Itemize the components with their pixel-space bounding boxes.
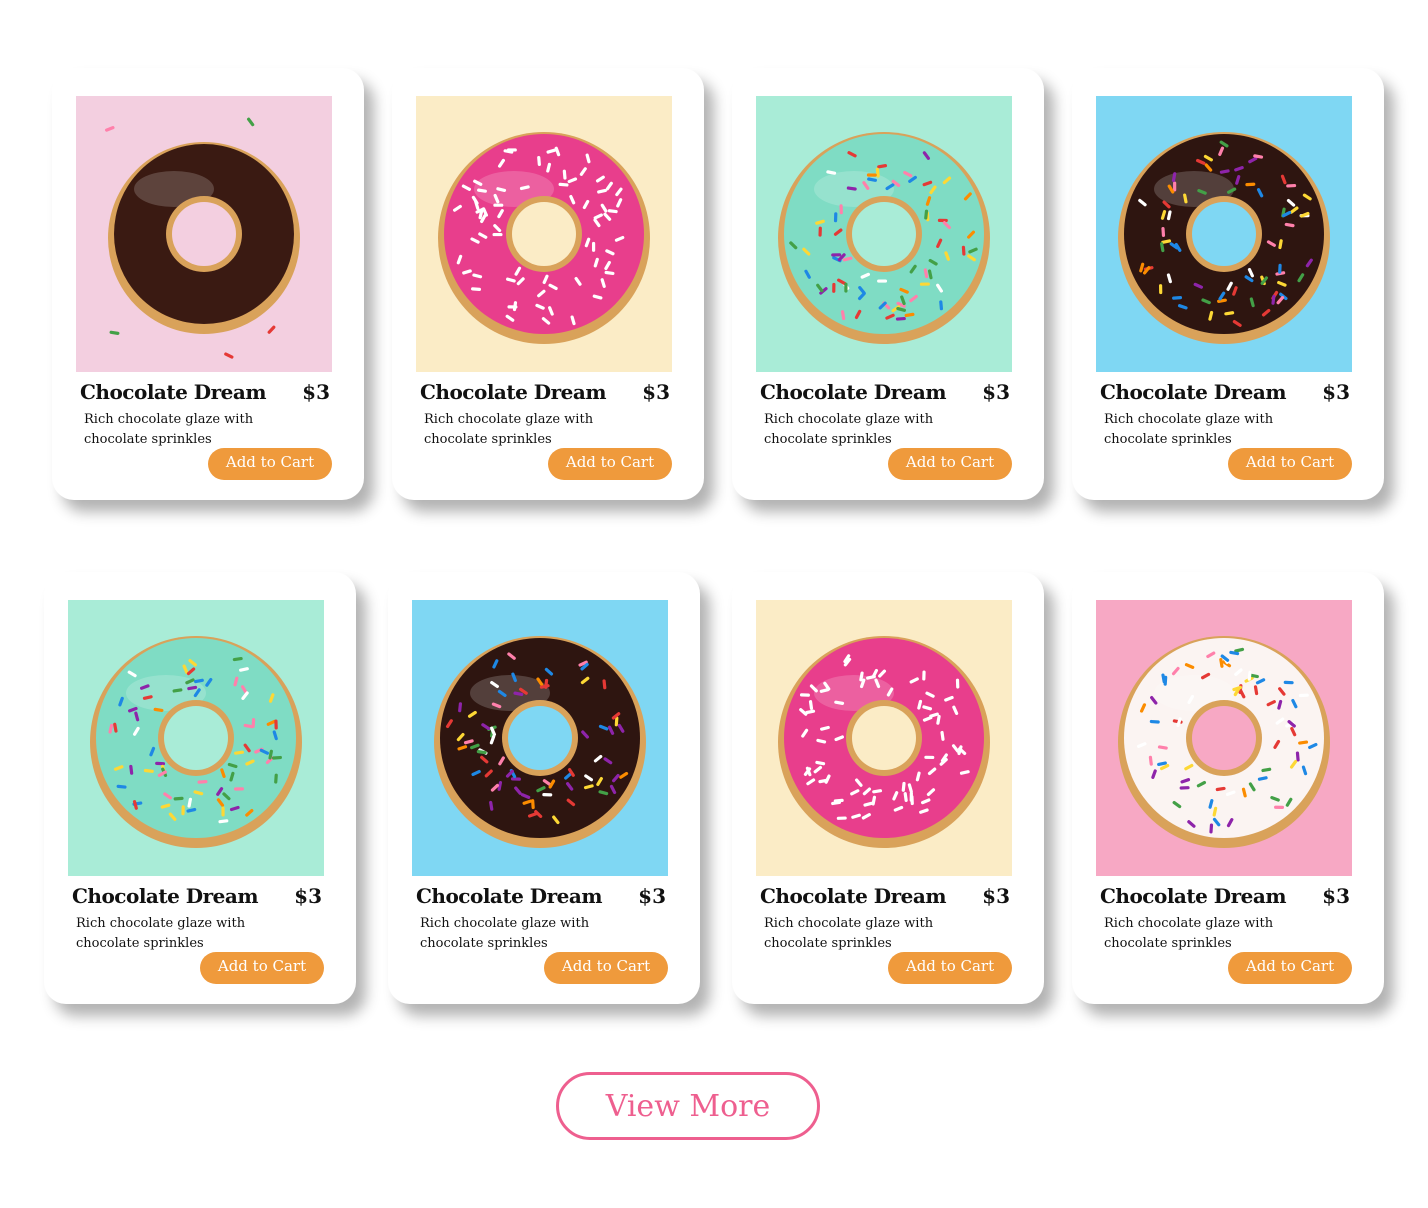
sprinkle <box>1298 693 1309 698</box>
sprinkle <box>1173 181 1177 192</box>
sprinkle <box>510 777 521 781</box>
sprinkle <box>836 816 847 820</box>
product-card: Chocolate Dream $3 Rich chocolate glaze … <box>392 68 704 500</box>
add-to-cart-button[interactable]: Add to Cart <box>544 952 668 984</box>
product-price: $3 <box>638 884 666 908</box>
donut-hole <box>1192 202 1256 266</box>
sprinkle <box>839 204 843 215</box>
product-name: Chocolate Dream <box>72 884 259 908</box>
sprinkle <box>1245 182 1256 187</box>
product-card: Chocolate Dream $3 Rich chocolate glaze … <box>1072 68 1384 500</box>
sprinkle <box>866 173 877 177</box>
product-description: Rich chocolate glaze with chocolate spri… <box>1104 412 1274 447</box>
product-image[interactable] <box>756 600 1012 876</box>
add-to-cart-button[interactable]: Add to Cart <box>200 952 324 984</box>
product-image[interactable] <box>76 96 332 372</box>
product-card: Chocolate Dream $3 Rich chocolate glaze … <box>52 68 364 500</box>
sprinkle <box>844 282 848 293</box>
sprinkle <box>799 693 810 697</box>
sprinkle <box>233 787 244 791</box>
sprinkle <box>832 282 836 293</box>
sprinkle <box>1179 786 1190 790</box>
product-price: $3 <box>982 380 1010 404</box>
add-to-cart-button[interactable]: Add to Cart <box>208 448 332 480</box>
product-card: Chocolate Dream $3 Rich chocolate glaze … <box>732 572 1044 1004</box>
sprinkle <box>818 226 822 237</box>
product-card: Chocolate Dream $3 Rich chocolate glaze … <box>44 572 356 1004</box>
donut-hole <box>172 202 236 266</box>
product-description: Rich chocolate glaze with chocolate spri… <box>76 916 246 951</box>
sprinkle <box>955 678 960 689</box>
product-description: Rich chocolate glaze with chocolate spri… <box>1104 916 1274 951</box>
donut-hole <box>164 706 228 770</box>
product-image[interactable] <box>68 600 324 876</box>
product-name: Chocolate Dream <box>416 884 603 908</box>
product-price: $3 <box>294 884 322 908</box>
product-card: Chocolate Dream $3 Rich chocolate glaze … <box>1072 572 1384 1004</box>
product-description: Rich chocolate glaze with chocolate spri… <box>764 916 934 951</box>
sprinkle <box>221 806 225 817</box>
product-image[interactable] <box>412 600 668 876</box>
sprinkle <box>274 719 278 730</box>
sprinkle <box>877 279 888 283</box>
product-description: Rich chocolate glaze with chocolate spri… <box>764 412 934 447</box>
product-image[interactable] <box>1096 96 1352 372</box>
product-price: $3 <box>982 884 1010 908</box>
product-name: Chocolate Dream <box>1100 380 1287 404</box>
product-name: Chocolate Dream <box>760 884 947 908</box>
product-image[interactable] <box>416 96 672 372</box>
donut-hole <box>1192 706 1256 770</box>
add-to-cart-button[interactable]: Add to Cart <box>1228 448 1352 480</box>
product-name: Chocolate Dream <box>420 380 607 404</box>
add-to-cart-button[interactable]: Add to Cart <box>888 448 1012 480</box>
sprinkle <box>1278 263 1282 274</box>
product-image[interactable] <box>1096 600 1352 876</box>
product-name: Chocolate Dream <box>1100 884 1287 908</box>
sprinkle <box>591 241 596 252</box>
product-price: $3 <box>642 380 670 404</box>
view-more-button[interactable]: View More <box>556 1072 820 1140</box>
donut-hole <box>512 202 576 266</box>
product-card: Chocolate Dream $3 Rich chocolate glaze … <box>732 68 1044 500</box>
product-price: $3 <box>302 380 330 404</box>
product-name: Chocolate Dream <box>760 380 947 404</box>
product-card: Chocolate Dream $3 Rich chocolate glaze … <box>388 572 700 1004</box>
add-to-cart-button[interactable]: Add to Cart <box>888 952 1012 984</box>
add-to-cart-button[interactable]: Add to Cart <box>548 448 672 480</box>
product-description: Rich chocolate glaze with chocolate spri… <box>424 412 594 447</box>
product-name: Chocolate Dream <box>80 380 267 404</box>
sprinkle <box>1286 183 1297 188</box>
sprinkle <box>1274 805 1285 809</box>
sprinkle <box>833 212 838 223</box>
donut-hole <box>852 202 916 266</box>
sprinkle <box>181 805 185 816</box>
donut-hole <box>508 706 572 770</box>
sprinkle <box>155 761 166 766</box>
add-to-cart-button[interactable]: Add to Cart <box>1228 952 1352 984</box>
sprinkle <box>919 282 930 286</box>
sprinkle <box>1283 680 1294 685</box>
sprinkle <box>922 670 926 681</box>
sprinkle <box>542 793 553 797</box>
sprinkle <box>910 795 914 806</box>
sprinkle <box>831 253 842 257</box>
product-description: Rich chocolate glaze with chocolate spri… <box>420 916 590 951</box>
sprinkle <box>924 755 935 760</box>
sprinkle <box>937 218 948 223</box>
product-image[interactable] <box>756 96 1012 372</box>
product-description: Rich chocolate glaze with chocolate spri… <box>84 412 254 447</box>
product-price: $3 <box>1322 380 1350 404</box>
product-price: $3 <box>1322 884 1350 908</box>
donut-hole <box>852 706 916 770</box>
sprinkle <box>493 203 504 207</box>
sprinkle <box>492 232 503 237</box>
sprinkle <box>1158 284 1163 295</box>
